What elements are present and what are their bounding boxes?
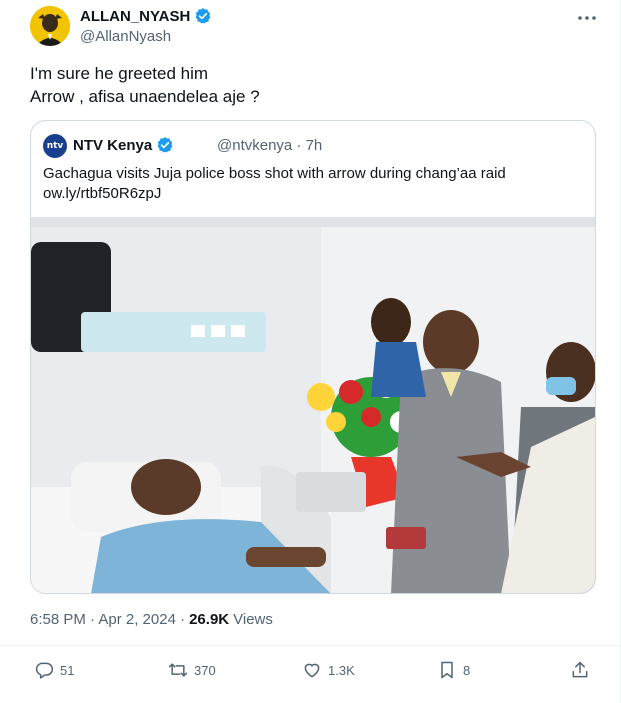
like-count: 1.3K: [328, 662, 355, 678]
quoted-text: Gachagua visits Juja police boss shot wi…: [43, 164, 506, 204]
bookmark-count: 8: [463, 662, 471, 678]
author-handle[interactable]: @AllanNyash: [80, 28, 171, 45]
reply-count: 51: [60, 662, 75, 678]
quoted-link[interactable]: ow.ly/rtbf50R6zpJ: [43, 184, 506, 204]
quoted-tweet[interactable]: ntv NTV Kenya @ntvkenya · 7h Gachagua vi…: [30, 120, 596, 594]
bookmark-button[interactable]: 8: [437, 660, 470, 680]
tweet-text-line-1: I'm sure he greeted him: [30, 64, 209, 83]
hospital-photo-image: [31, 217, 595, 593]
tweet-text-line-2: Arrow , afisa unaendelea aje ?: [30, 87, 260, 106]
action-bar: 51 370 1.3K 8: [0, 645, 621, 695]
author-name[interactable]: ALLAN_NYASH: [80, 7, 212, 25]
views-label: Views: [233, 611, 273, 628]
quoted-name: NTV Kenya: [73, 136, 174, 154]
reply-icon: [35, 662, 54, 679]
reply-button[interactable]: 51: [34, 660, 74, 680]
avatar-icon: [30, 6, 70, 46]
more-options-icon[interactable]: [577, 8, 597, 28]
quoted-photo[interactable]: [31, 217, 595, 593]
tweet-container: ALLAN_NYASH @AllanNyash I'm sure he gree…: [0, 0, 621, 703]
verified-badge-icon: [195, 8, 211, 24]
verified-badge-icon: [157, 137, 173, 153]
author-avatar[interactable]: [30, 6, 70, 46]
share-icon: [572, 661, 588, 678]
quoted-avatar: ntv: [43, 134, 67, 158]
quoted-name-text: NTV Kenya: [73, 136, 153, 154]
retweet-icon: [168, 663, 188, 677]
retweet-count: 370: [194, 662, 216, 678]
author-name-text: ALLAN_NYASH: [80, 7, 191, 25]
tweet-timestamp[interactable]: 6:58 PM · Apr 2, 2024 ·: [30, 611, 185, 628]
quoted-text-line-1: Gachagua visits Juja police boss shot wi…: [43, 165, 506, 182]
bookmark-icon: [441, 661, 453, 679]
share-button[interactable]: [570, 660, 590, 680]
tweet-text: I'm sure he greeted him Arrow , afisa un…: [30, 62, 260, 108]
tweet-meta: 6:58 PM · Apr 2, 2024 · 26.9K Views: [30, 611, 273, 628]
retweet-button[interactable]: 370: [168, 660, 216, 680]
quoted-handle-time: @ntvkenya · 7h: [217, 137, 323, 154]
heart-icon: [304, 663, 320, 678]
views-count: 26.9K: [189, 611, 230, 628]
like-button[interactable]: 1.3K: [302, 660, 355, 680]
quoted-avatar-text: ntv: [46, 141, 64, 151]
